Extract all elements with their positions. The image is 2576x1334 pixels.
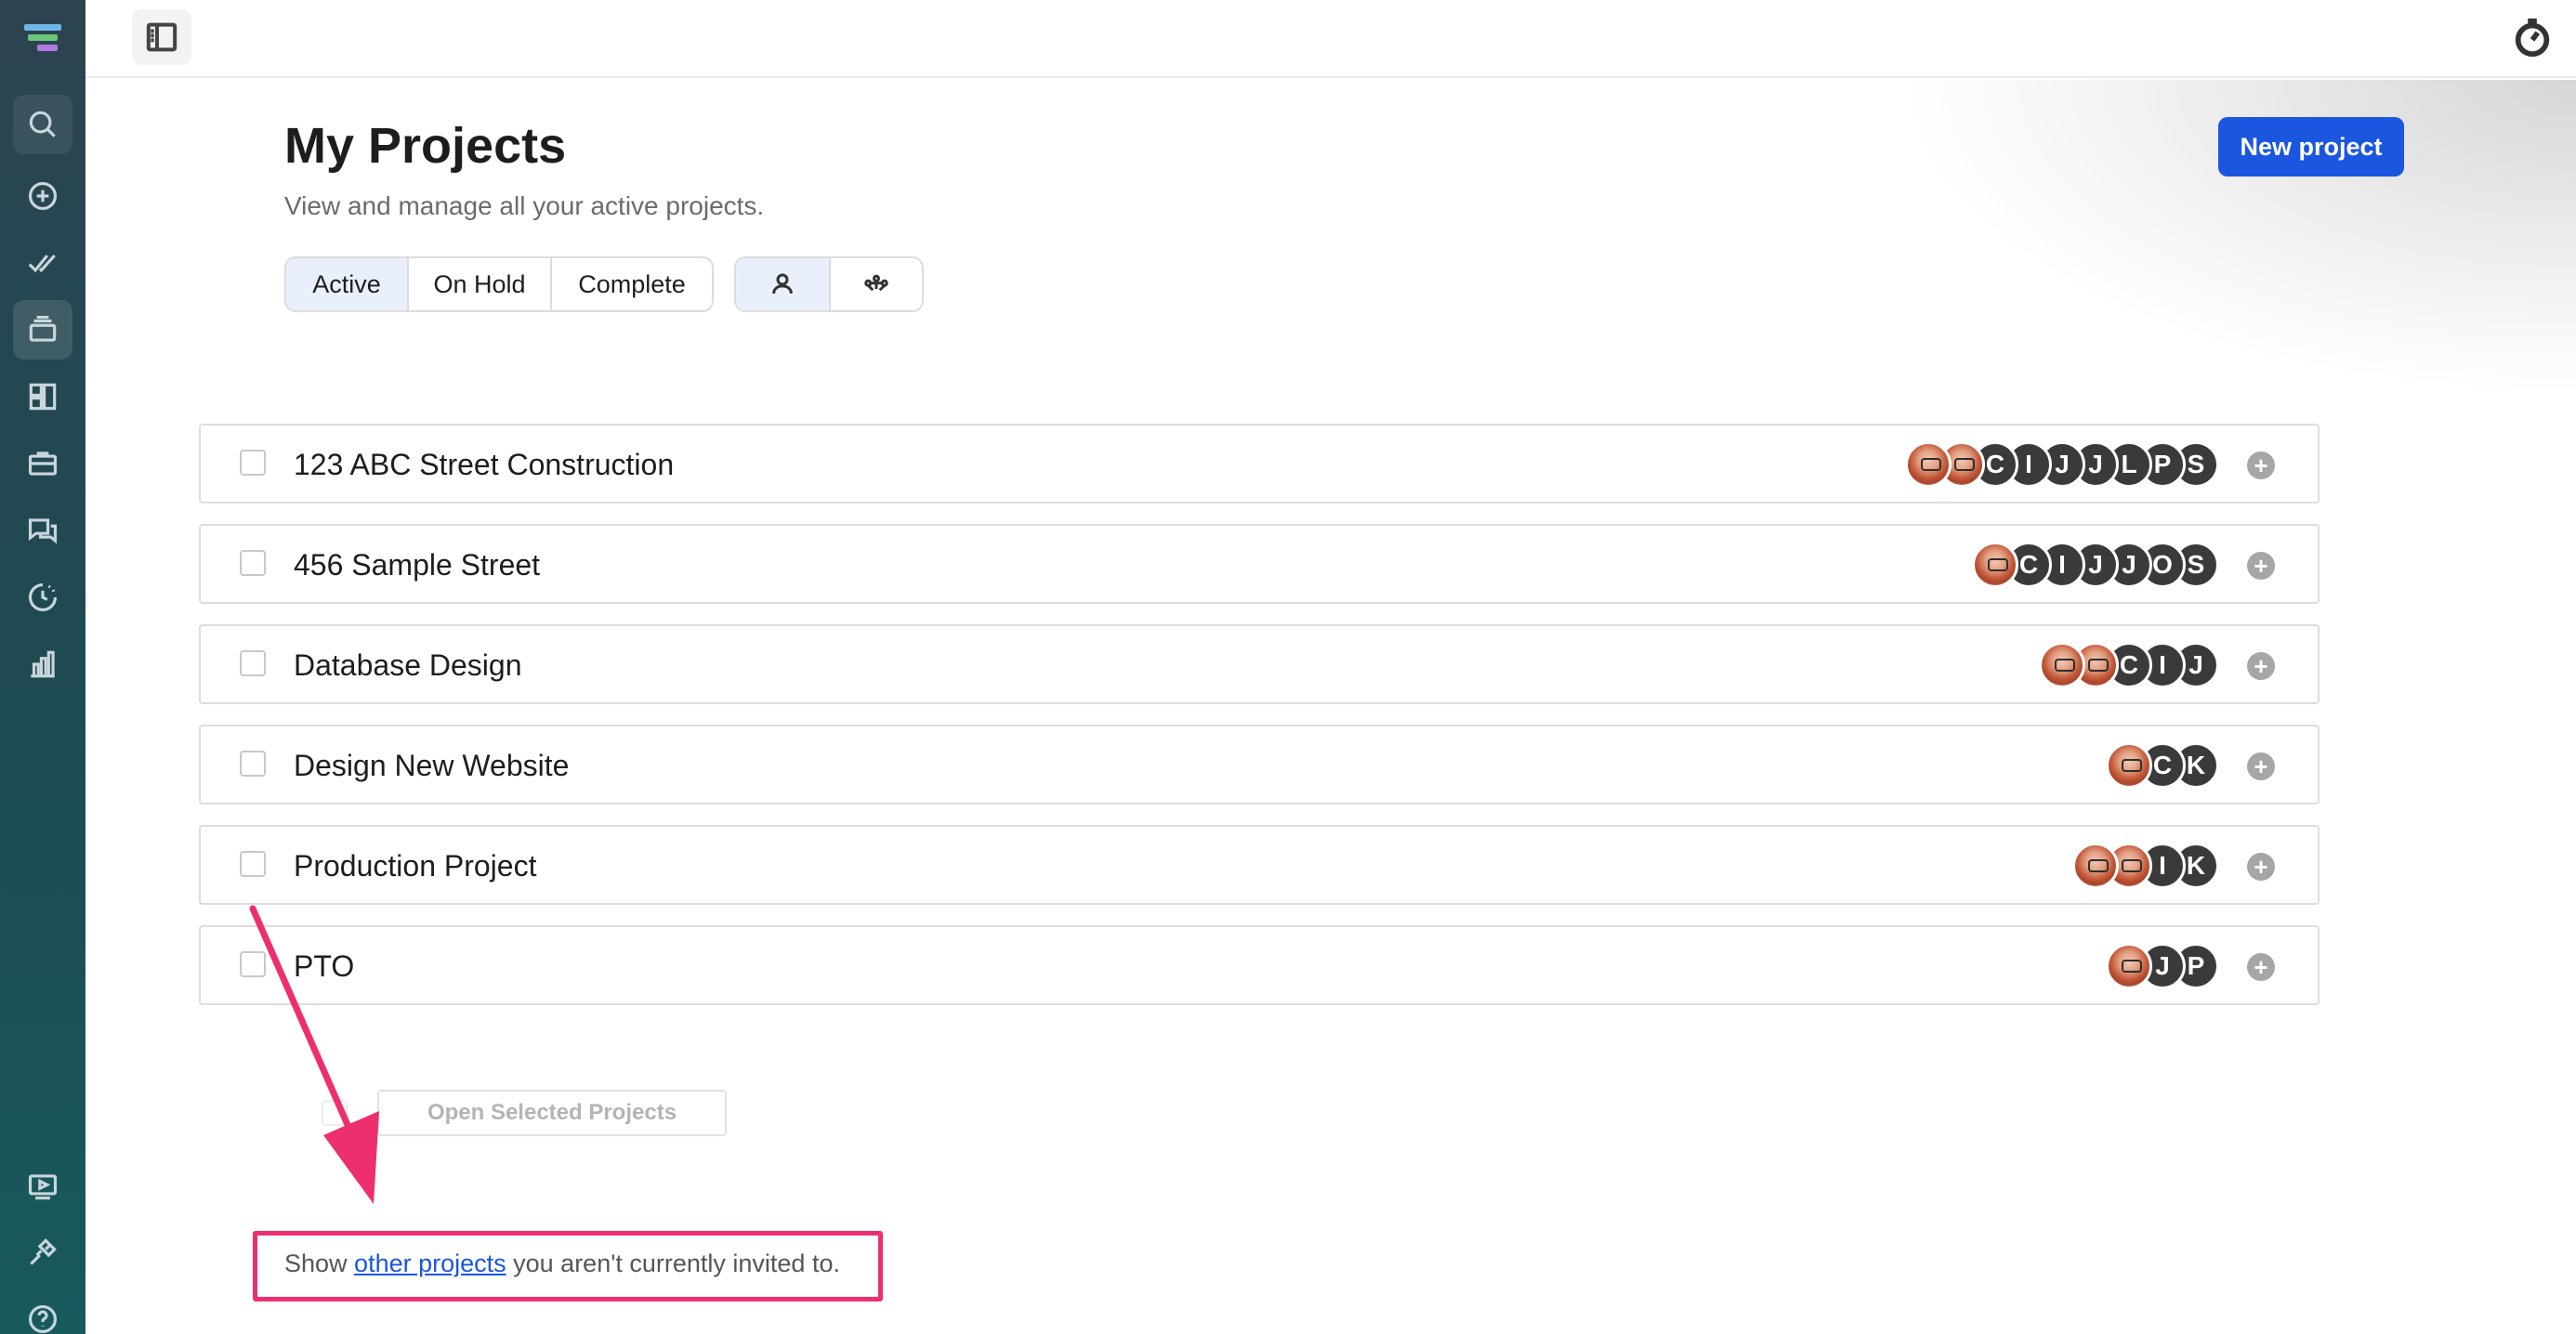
project-row[interactable]: 123 ABC Street Construction S P L J J I C + (199, 424, 2320, 504)
project-name[interactable]: 456 Sample Street (294, 548, 540, 582)
add-icon[interactable] (13, 166, 72, 226)
project-checkbox[interactable] (240, 450, 266, 476)
status-filter: Active On Hold Complete (284, 256, 714, 312)
project-name[interactable]: Design New Website (294, 749, 569, 783)
other-projects-link[interactable]: other projects (354, 1249, 506, 1277)
project-row[interactable]: Design New Website K C + (199, 725, 2320, 804)
panel-toggle-icon[interactable] (132, 9, 191, 65)
reports-icon[interactable] (13, 634, 72, 694)
member-avatars: SPLJJIC (1905, 441, 2219, 488)
project-name[interactable]: 123 ABC Street Construction (294, 448, 674, 482)
project-row[interactable]: 456 Sample Street S O J J I C + (199, 524, 2320, 604)
member-avatars: SOJJIC (1972, 542, 2219, 588)
other-projects-note: Show other projects you aren't currently… (284, 1249, 840, 1278)
annotation-arrow (249, 905, 379, 1204)
help-icon[interactable] (13, 1289, 72, 1334)
top-bar (85, 0, 2576, 78)
sidebar (0, 0, 85, 1334)
view-filter (734, 256, 924, 312)
boards-icon[interactable] (13, 367, 72, 426)
project-checkbox[interactable] (240, 751, 266, 777)
main-content: My Projects View and manage all your act… (85, 80, 2576, 1334)
add-member-icon[interactable]: + (2247, 552, 2275, 580)
portfolio-icon[interactable] (13, 434, 72, 493)
project-row[interactable]: PTO P J + (199, 925, 2320, 1005)
project-row[interactable]: Production Project K I + (199, 825, 2320, 905)
avatar-photo[interactable] (2072, 843, 2119, 889)
avatar-photo[interactable] (1905, 441, 1952, 488)
timesheet-icon[interactable] (13, 568, 72, 627)
add-member-icon[interactable]: + (2247, 652, 2275, 680)
project-checkbox[interactable] (240, 550, 266, 576)
page-subtitle: View and manage all your active projects… (284, 191, 765, 220)
messages-icon[interactable] (13, 501, 72, 560)
tasks-icon[interactable] (13, 233, 72, 293)
filter-active[interactable]: Active (286, 258, 409, 310)
filter-on-hold[interactable]: On Hold (409, 258, 552, 310)
person-icon[interactable] (736, 258, 831, 310)
member-avatars: KI (2072, 843, 2219, 889)
projects-icon[interactable] (13, 300, 72, 360)
app-logo[interactable] (24, 24, 61, 56)
member-avatars: KC (2106, 742, 2219, 789)
stopwatch-icon[interactable] (2511, 15, 2554, 59)
other-projects-suffix: you aren't currently invited to. (506, 1249, 840, 1277)
project-name[interactable]: Production Project (294, 849, 536, 883)
avatar-photo[interactable] (2039, 642, 2085, 688)
project-row[interactable]: Database Design J I C + (199, 624, 2320, 704)
avatar-photo[interactable] (2106, 742, 2152, 789)
team-icon[interactable] (831, 258, 922, 310)
project-checkbox[interactable] (240, 650, 266, 676)
video-icon[interactable] (13, 1157, 72, 1216)
project-checkbox[interactable] (240, 851, 266, 877)
project-name[interactable]: Database Design (294, 648, 521, 683)
filter-complete[interactable]: Complete (552, 258, 712, 310)
page-title: My Projects (284, 118, 567, 174)
search-icon[interactable] (13, 95, 72, 154)
avatar-photo[interactable] (1972, 542, 2018, 588)
member-avatars: PJ (2106, 943, 2219, 989)
add-member-icon[interactable]: + (2247, 953, 2275, 981)
add-member-icon[interactable]: + (2247, 752, 2275, 780)
open-selected-button[interactable]: Open Selected Projects (377, 1090, 727, 1136)
member-avatars: JIC (2039, 642, 2219, 688)
other-projects-prefix: Show (284, 1249, 355, 1277)
add-member-icon[interactable]: + (2247, 451, 2275, 479)
avatar-photo[interactable] (2106, 943, 2152, 989)
integrations-icon[interactable] (13, 1223, 72, 1282)
new-project-button[interactable]: New project (2218, 117, 2404, 177)
add-member-icon[interactable]: + (2247, 853, 2275, 881)
